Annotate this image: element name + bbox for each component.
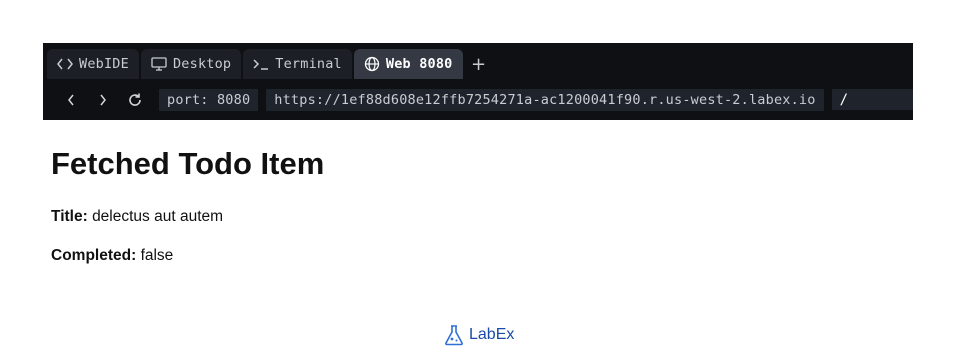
- tab-web-8080[interactable]: Web 8080: [353, 49, 463, 79]
- tab-desktop-label: Desktop: [172, 56, 232, 72]
- path-input[interactable]: /: [831, 89, 913, 110]
- page-content: Fetched Todo Item Title: delectus aut au…: [51, 140, 911, 264]
- todo-title-row: Title: delectus aut autem: [51, 208, 223, 226]
- labex-brand-text: LabEx: [469, 326, 515, 343]
- todo-title-value: delectus aut autem: [92, 208, 224, 225]
- todo-completed-row: Completed: false: [51, 247, 173, 265]
- tab-desktop[interactable]: Desktop: [140, 49, 242, 79]
- page-title: Fetched Todo Item: [51, 146, 325, 181]
- reload-button[interactable]: [119, 89, 151, 111]
- todo-completed-value: false: [140, 247, 174, 264]
- todo-title-label: Title:: [51, 208, 93, 225]
- browser-frame: WebIDE Desktop Terminal Web 8080 + port:…: [43, 43, 913, 120]
- tab-web-8080-label: Web 8080: [385, 56, 453, 72]
- monitor-icon: [151, 56, 167, 72]
- tab-terminal[interactable]: Terminal: [243, 49, 352, 79]
- todo-completed-label: Completed:: [51, 247, 141, 264]
- chevron-right-icon: [100, 94, 106, 105]
- tab-webide[interactable]: WebIDE: [47, 49, 139, 79]
- back-button[interactable]: [55, 89, 87, 111]
- terminal-prompt-icon: [253, 56, 269, 72]
- globe-icon: [364, 56, 380, 72]
- port-field[interactable]: port: 8080: [159, 88, 259, 111]
- forward-button[interactable]: [87, 89, 119, 111]
- tab-webide-label: WebIDE: [79, 56, 129, 72]
- tab-terminal-label: Terminal: [275, 56, 342, 72]
- tab-bar: WebIDE Desktop Terminal Web 8080 +: [43, 43, 913, 79]
- flask-icon: [445, 325, 463, 346]
- add-tab-button[interactable]: +: [465, 49, 493, 79]
- url-field[interactable]: https://1ef88d608e12ffb7254271a-ac120004…: [266, 88, 824, 111]
- code-brackets-icon: [57, 56, 73, 72]
- labex-logo: LabEx: [443, 324, 514, 346]
- reload-icon: [129, 93, 141, 106]
- address-bar: port: 8080 https://1ef88d608e12ffb725427…: [43, 79, 913, 120]
- chevron-left-icon: [68, 94, 74, 105]
